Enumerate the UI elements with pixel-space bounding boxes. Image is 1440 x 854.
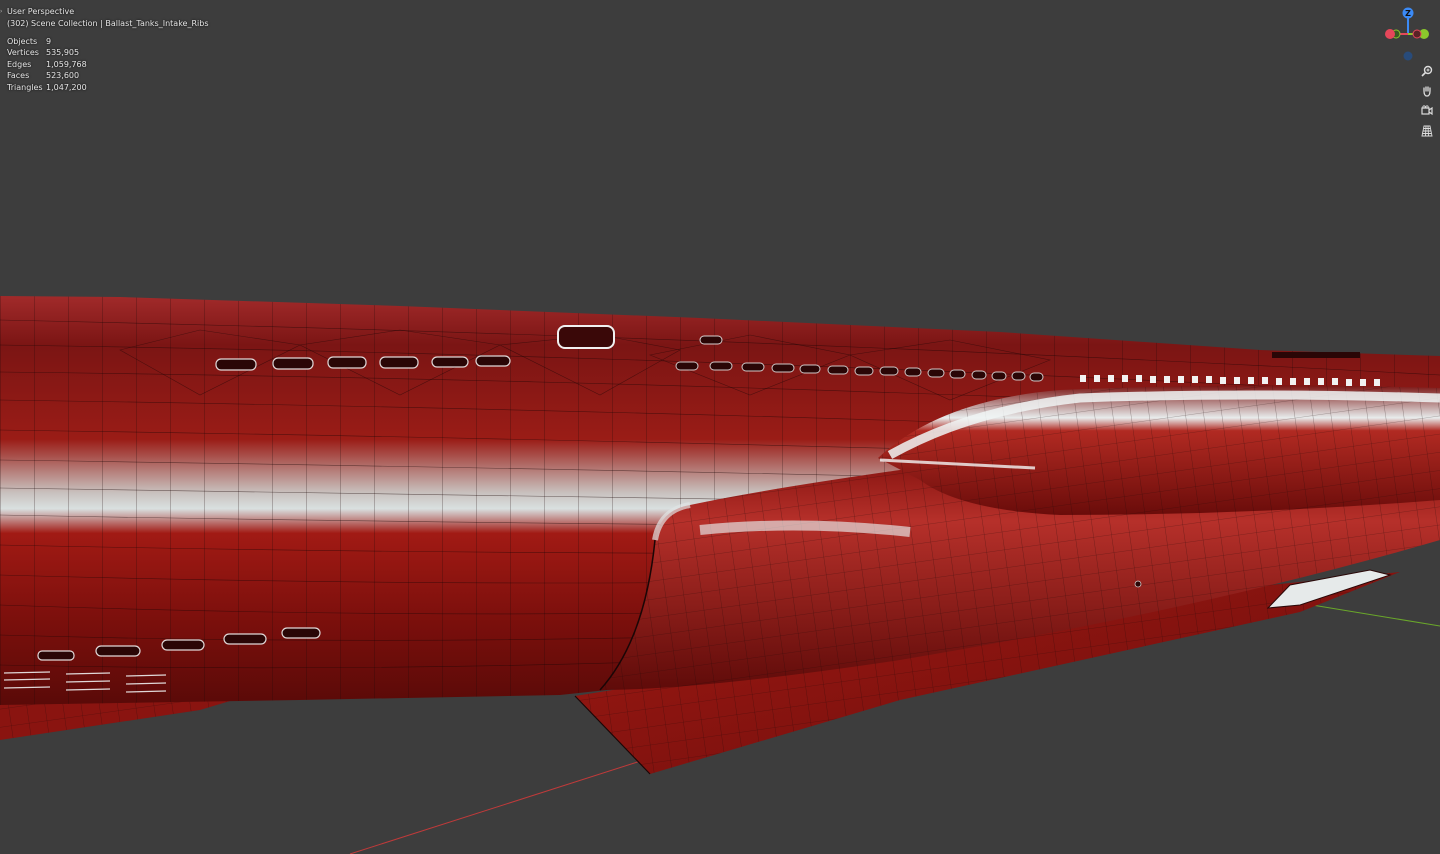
gizmo-x-icon [1385,29,1395,39]
gizmo-z-label: Z [1405,9,1411,18]
zoom-icon[interactable] [1417,62,1437,80]
stat-label: Faces [7,71,30,81]
stat-value: 523,600 [46,71,80,81]
stat-label: Objects [7,37,38,46]
deck-hatch [557,325,615,349]
collection-path-label: (302) Scene Collection | Ballast_Tanks_I… [7,19,209,28]
stat-value: 535,905 [46,48,80,58]
camera-icon[interactable] [1417,102,1437,120]
stat-label: Edges [7,59,32,69]
grid-icon[interactable] [1417,122,1437,140]
stat-value: 9 [46,37,52,46]
gizmo-neg-z-icon [1403,51,1413,61]
gizmo-neg-x-icon [1412,29,1422,39]
expand-arrow-icon[interactable]: › [0,8,2,15]
pan-hand-icon[interactable] [1417,82,1437,100]
y-axis-line [1299,602,1440,627]
stat-value: 1,059,768 [46,59,87,69]
3d-viewport[interactable]: › User Perspective (302) Scene Collectio… [0,0,1440,854]
stat-label: Triangles [7,82,43,92]
navigation-gizmo[interactable]: Z [1382,6,1434,64]
view-name-label: User Perspective [7,7,75,16]
stat-value: 1,047,200 [46,82,87,92]
scene-render[interactable] [0,0,1440,854]
stat-label: Vertices [7,48,39,58]
